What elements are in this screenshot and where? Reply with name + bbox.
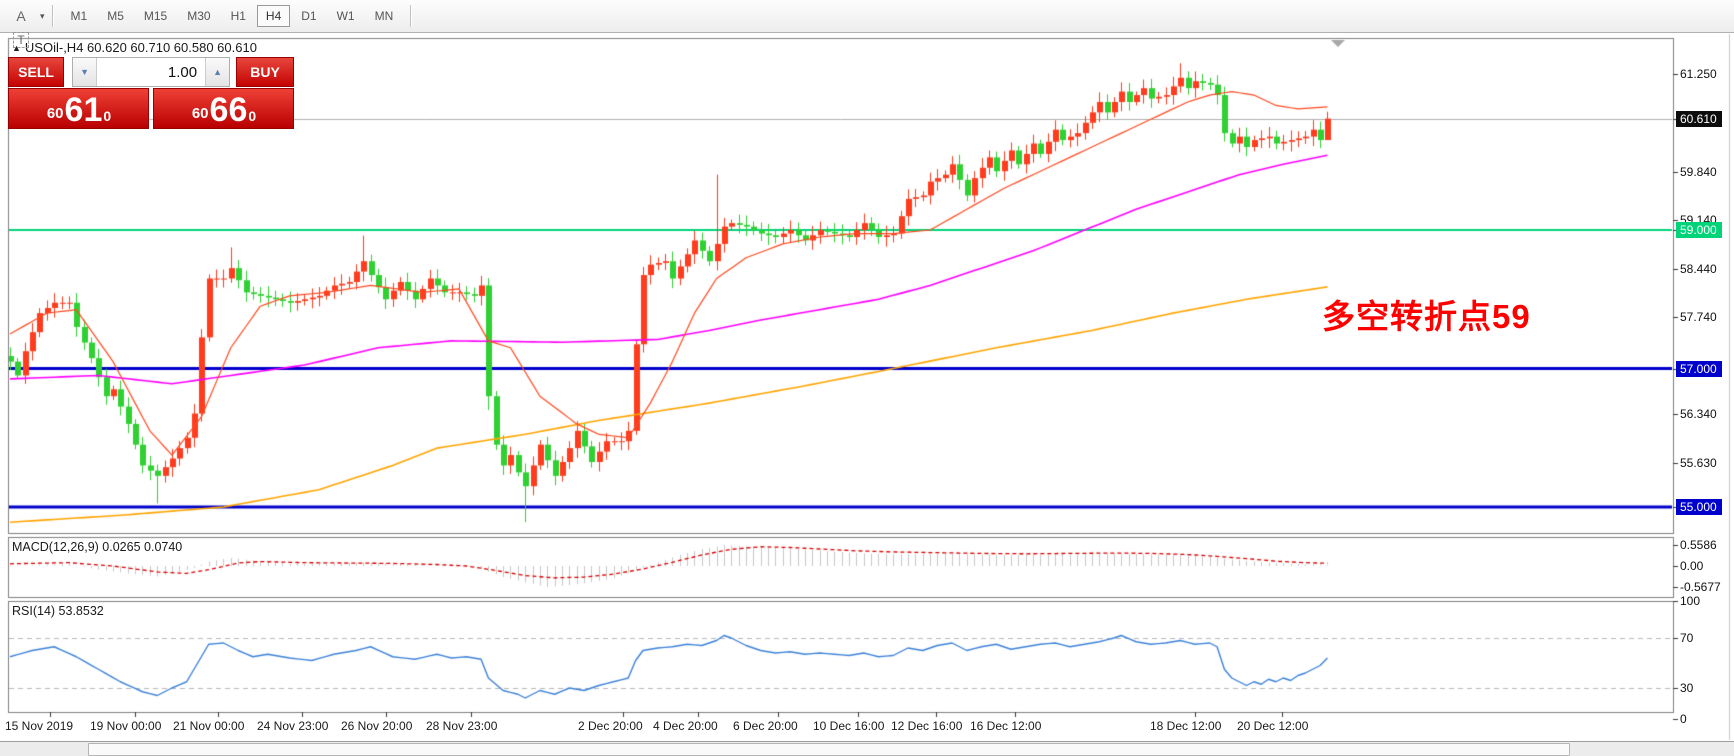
rsi-axis-label: 30 — [1680, 681, 1694, 695]
symbol-ohlc-title: ▲ USOil-,H4 60.620 60.710 60.580 60.610 — [12, 40, 257, 55]
rsi-axis-label: 100 — [1680, 593, 1701, 608]
timeframe-button-m5[interactable]: M5 — [98, 5, 133, 27]
toolbar-separator-2 — [410, 5, 413, 27]
timeframe-button-m1[interactable]: M1 — [62, 5, 97, 27]
date-axis-label: 4 Dec 20:00 — [653, 719, 718, 733]
sell-button[interactable]: SELL — [8, 57, 65, 87]
price-axis-label: 58.440 — [1680, 261, 1717, 276]
rsi-axis-label: 0 — [1680, 712, 1687, 726]
sell-price-big: 61 — [64, 91, 103, 129]
toolbar: ╱╱E▦FAT▴▾ ▾ M1M5M15M30H1H4D1W1MN — [0, 0, 1734, 72]
chart-annotation-text: 多空转折点59 — [1322, 298, 1531, 335]
macd-axis-label: 0.00 — [1680, 559, 1704, 573]
toolbar-separator — [51, 5, 54, 27]
date-axis-label: 10 Dec 16:00 — [813, 719, 885, 733]
price-axis-label: 61.250 — [1680, 67, 1717, 82]
date-axis-label: 16 Dec 12:00 — [970, 719, 1042, 733]
date-axis-label: 2 Dec 20:00 — [578, 719, 643, 733]
timeframe-button-h4[interactable]: H4 — [256, 5, 291, 27]
buy-price-sup: 0 — [248, 108, 257, 124]
timeframe-button-w1[interactable]: W1 — [328, 5, 364, 27]
price-axis-label: 59.000 — [1676, 222, 1722, 239]
volume-input[interactable] — [97, 58, 206, 86]
date-axis-label: 21 Nov 00:00 — [173, 719, 245, 733]
timeframe-button-m15[interactable]: M15 — [135, 5, 176, 27]
sell-price-panel[interactable]: 60 61 0 — [8, 88, 149, 129]
horizontal-scrollbar[interactable] — [0, 741, 1734, 756]
one-click-trade-widget: SELL ▼ ▲ BUY 60 61 0 60 66 0 — [8, 57, 294, 129]
timeframe-button-m30[interactable]: M30 — [178, 5, 219, 27]
macd-indicator-label: MACD(12,26,9) 0.0265 0.0740 — [12, 540, 183, 554]
volume-up-button[interactable]: ▲ — [205, 58, 230, 86]
price-axis-label: 55.630 — [1680, 456, 1717, 471]
timeframe-button-group: M1 M5 M15 M30 H1 H4 D1 W1 MN — [61, 5, 404, 27]
symbol-ohlc-text: USOil-,H4 60.620 60.710 60.580 60.610 — [24, 40, 257, 55]
date-axis-label: 28 Nov 23:00 — [426, 719, 498, 733]
price-axis-label: 57.000 — [1676, 360, 1722, 377]
buy-price-big: 66 — [209, 91, 248, 129]
volume-down-button[interactable]: ▼ — [73, 58, 98, 86]
timeframe-button-h1[interactable]: H1 — [222, 5, 255, 27]
buy-price-panel[interactable]: 60 66 0 — [153, 88, 294, 129]
buy-price-whole: 60 — [191, 105, 209, 122]
date-axis-label: 6 Dec 20:00 — [733, 719, 798, 733]
date-axis-label: 12 Dec 16:00 — [891, 719, 963, 733]
text-label-icon[interactable]: A — [6, 4, 36, 28]
price-axis-label: 59.840 — [1680, 164, 1717, 179]
scrollbar-thumb[interactable] — [88, 743, 1570, 756]
rsi-axis-label: 70 — [1680, 631, 1694, 645]
price-axis-label: 57.740 — [1680, 310, 1717, 325]
price-axis-label: 60.610 — [1676, 110, 1722, 127]
text-box-icon[interactable]: T — [6, 28, 36, 52]
date-axis-label: 20 Dec 12:00 — [1237, 719, 1309, 733]
date-axis-label: 18 Dec 12:00 — [1150, 719, 1222, 733]
volume-stepper: ▼ ▲ — [72, 57, 231, 87]
date-axis-label: 24 Nov 23:00 — [257, 719, 329, 733]
timeframe-button-mn[interactable]: MN — [366, 5, 403, 27]
date-axis-label: 26 Nov 20:00 — [341, 719, 413, 733]
price-axis-label: 56.340 — [1680, 407, 1717, 422]
rsi-indicator-label: RSI(14) 53.8532 — [12, 604, 104, 618]
date-axis-label: 19 Nov 00:00 — [90, 719, 162, 733]
timeframe-button-d1[interactable]: D1 — [292, 5, 325, 27]
chevron-down-icon[interactable]: ▾ — [40, 11, 45, 22]
macd-axis-label: 0.5586 — [1680, 538, 1717, 553]
macd-axis-label: -0.5677 — [1680, 580, 1721, 594]
price-axis-label: 55.000 — [1676, 498, 1722, 515]
sell-price-sup: 0 — [103, 108, 112, 124]
sell-price-whole: 60 — [46, 105, 64, 122]
buy-button[interactable]: BUY — [236, 57, 294, 87]
date-axis-label: 15 Nov 2019 — [5, 719, 74, 733]
